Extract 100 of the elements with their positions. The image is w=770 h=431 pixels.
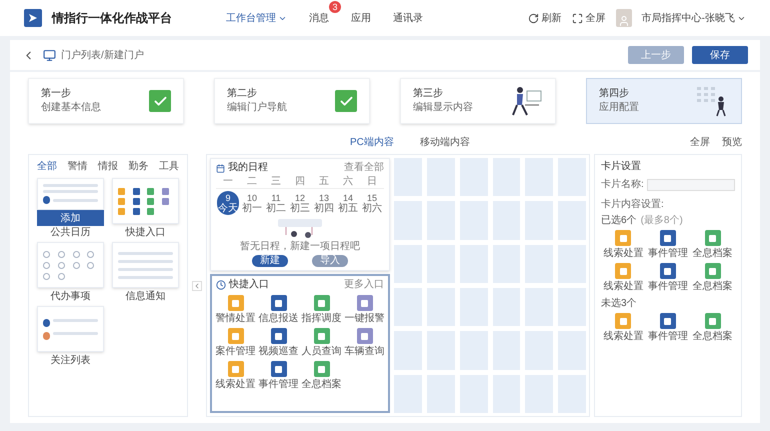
app-icon[interactable] [704,313,721,329]
more-link[interactable]: 更多入口 [344,279,384,291]
weekday-label: 三 [270,176,282,188]
fullscreen-button[interactable]: 全屏 [572,10,606,26]
app-label: 指挥调度 [302,313,342,325]
layout-slot [394,201,422,240]
layout-slot [558,201,586,240]
layout-slot [558,244,586,283]
view-all-link[interactable]: 查看全部 [344,162,384,174]
widget-preview-drawing[interactable] [37,306,104,352]
widget-label: 关注列表 [50,355,92,367]
refresh-button[interactable]: 刷新 [528,10,562,26]
library-tab[interactable]: 工具 [159,159,179,174]
selected-count: 已选6个 [601,215,637,227]
app-label: 人员查询 [302,346,342,358]
layout-slot [492,374,520,413]
layout-slot [460,158,488,196]
widget-label: 公共日历 [50,227,92,239]
nav-tab[interactable]: 通讯录 [393,10,423,26]
nav-tab[interactable]: 应用 [351,10,371,26]
widget-preview-drawing[interactable] [37,178,104,210]
section-label: 卡片内容设置: [601,199,665,211]
step-card[interactable]: 第二步 编辑门户导航 [214,78,370,124]
app-icon[interactable] [660,230,676,246]
toolbar-button[interactable]: 保存 [692,46,748,64]
check-icon [335,90,357,112]
view-action-link[interactable]: 全屏 [690,134,710,150]
app-icon[interactable] [314,361,330,377]
app-icon[interactable] [356,295,372,311]
layout-slot [460,244,488,283]
layout-slot [558,331,586,370]
layout-slot [460,331,488,370]
unselected-count: 未选3个 [601,298,638,310]
app-icon[interactable] [704,263,721,279]
new-button[interactable]: 新建 [252,255,288,267]
add-button[interactable]: 添加 [37,210,104,226]
refresh-icon [528,12,539,24]
layout-slot [460,374,488,413]
limit-hint: (最多8个) [640,215,683,227]
app-icon[interactable] [270,295,286,311]
layout-slot [426,244,455,283]
app-label: 线索处置 [603,331,644,343]
library-tab[interactable]: 警情 [68,159,88,174]
date-cell[interactable]: 13 初四 [313,191,335,215]
calendar-card[interactable]: 我的日程 查看全部 一 二 三 四 五 六 日 9 今天 10 初一 11 初二 12 初三 13 初四 14 初五 15 初六 暂无日程，新建一项日程吧 新建 导入 [210,158,390,271]
breadcrumb-text: 门户列表/新建门户 [61,48,144,62]
layout-slot [426,201,455,240]
step-card[interactable]: 第三步 编辑显示内容 [400,78,556,124]
step-number: 第一步 [41,88,72,100]
date-cell[interactable]: 11 初二 [265,191,287,215]
date-cell[interactable]: 14 初五 [337,191,359,215]
app-label: 一键报警 [344,313,384,325]
layout-slot [558,374,586,413]
app-title: 情指行一体化作战平台 [52,10,173,27]
library-tab[interactable]: 全部 [37,159,57,174]
collapse-icon[interactable] [192,280,202,290]
widget-label: 快捷入口 [124,227,166,239]
app-icon[interactable] [704,230,721,246]
date-cell[interactable]: 12 初三 [289,191,311,215]
date-cell[interactable]: 15 初六 [361,191,383,215]
library-tab[interactable]: 勤务 [128,159,148,174]
empty-caption: 暂无日程，新建一项日程吧 [239,241,361,253]
step-title: 应用配置 [599,102,639,114]
layout-slot [492,288,520,326]
nav-tab[interactable]: 消息 [309,10,329,26]
nav-tab[interactable]: 工作台管理 [226,10,276,26]
step-card[interactable]: 第四步 应用配置 [586,78,742,124]
step-card[interactable]: 第一步 创建基本信息 [28,78,184,124]
app-icon[interactable] [314,295,330,311]
app-icon[interactable] [356,328,372,344]
app-icon[interactable] [270,328,286,344]
library-tab[interactable]: 情报 [98,159,118,174]
content-tab[interactable]: PC端内容 [350,134,394,150]
layout-slot [426,374,455,413]
layout-slot [394,331,422,370]
content-tab[interactable]: 移动端内容 [420,134,470,150]
user-menu[interactable]: 市局指挥中心-张晓飞 [642,10,746,26]
date-cell[interactable]: 10 初一 [241,191,263,215]
step-title: 编辑门户导航 [227,102,287,114]
layout-slot [394,288,422,326]
widget-preview-drawing[interactable] [112,178,179,224]
layout-slot [426,288,455,326]
weekday-label: 一 [222,176,234,188]
card-name-input[interactable] [646,179,735,191]
date-cell[interactable]: 9 今天 [217,191,239,215]
layout-slot [460,288,488,326]
app-label: 线索处置 [216,379,256,391]
app-icon[interactable] [314,328,330,344]
layout-slot [394,244,422,283]
weekday-label: 二 [246,176,258,188]
app-label: 全息档案 [692,281,733,293]
app-label: 车辆查询 [344,346,384,358]
layout-slot [558,158,586,196]
app-icon[interactable] [660,313,676,329]
avatar-icon[interactable] [616,9,632,27]
layout-slot [525,331,554,370]
quick-entry-card[interactable]: 快捷入口 更多入口 警情处置 信息报送 指挥调度 一键报警 案件管理 视频巡查 人员查询 车辆查询 线索处置 事件管理 全息档案 [210,274,390,413]
app-icon[interactable] [270,361,286,377]
view-action-link[interactable]: 预览 [722,134,742,150]
app-icon[interactable] [660,263,676,279]
